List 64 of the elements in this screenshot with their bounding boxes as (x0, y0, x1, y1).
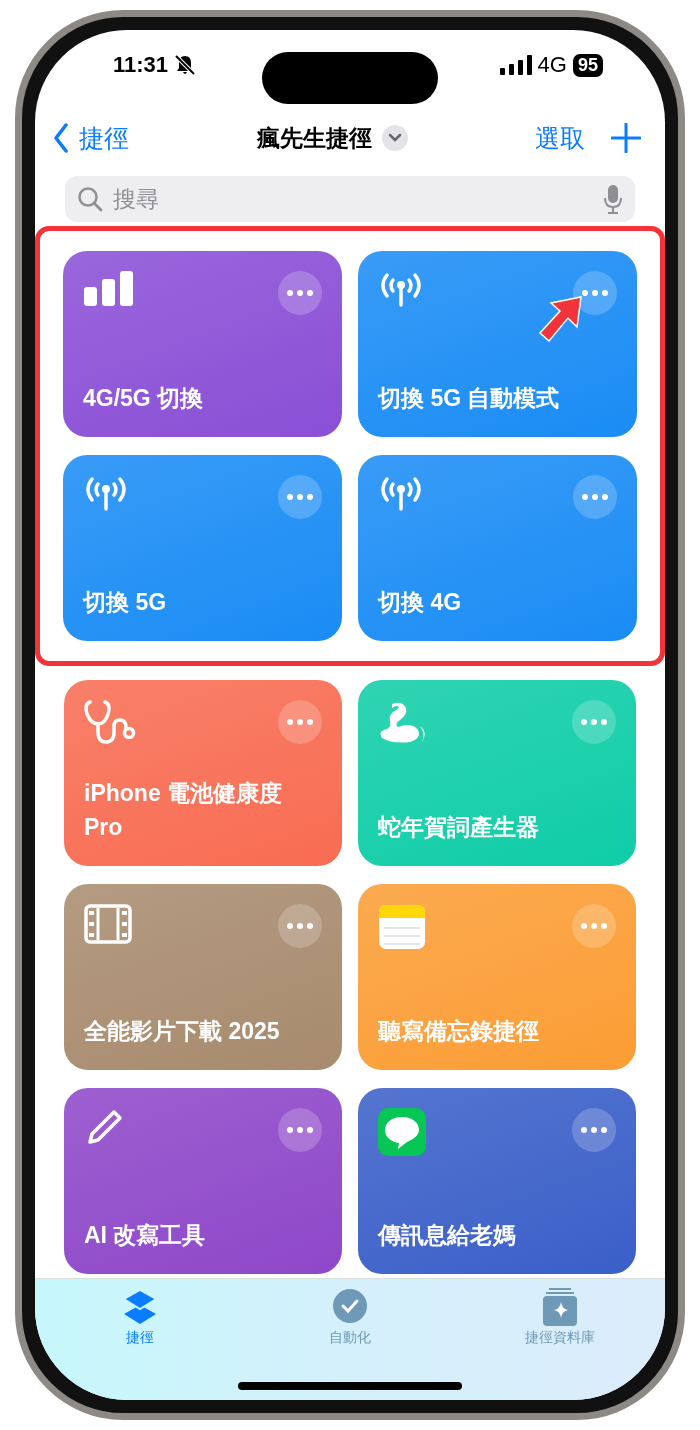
shortcut-title: 傳訊息給老媽 (378, 1221, 517, 1250)
add-button[interactable] (611, 123, 641, 153)
shortcut-title: AI 改寫工具 (84, 1221, 207, 1250)
more-button[interactable] (278, 904, 322, 948)
film-icon (84, 904, 132, 944)
gallery-sparkle-icon (540, 1287, 580, 1327)
snake-icon (378, 700, 428, 744)
more-button[interactable] (573, 475, 617, 519)
search-input[interactable]: 搜尋 (111, 184, 595, 214)
shortcut-title: 切換 5G (83, 588, 168, 617)
ellipsis-icon (581, 923, 607, 929)
search-field[interactable]: 搜尋 (65, 176, 635, 222)
chat-app-icon (378, 1108, 426, 1156)
folder-title: 瘋先生捷徑 (256, 123, 372, 153)
more-button[interactable] (572, 1108, 616, 1152)
more-button[interactable] (278, 700, 322, 744)
tab[interactable]: 捷徑 (60, 1287, 220, 1349)
shortcut-title: 切換 5G 自動模式 (378, 384, 561, 413)
shortcut-title: iPhone 電池健康度 Pro (84, 779, 284, 842)
ellipsis-icon (582, 494, 608, 500)
shortcut-tile[interactable]: 切換 5G 自動模式 (358, 251, 637, 437)
ellipsis-icon (287, 494, 313, 500)
antenna-icon (378, 271, 424, 307)
shortcut-tile[interactable]: AI 改寫工具 (64, 1088, 342, 1274)
tab[interactable]: 捷徑資料庫 (480, 1287, 640, 1349)
more-button[interactable] (278, 271, 322, 315)
shortcut-tile[interactable]: 全能影片下載 2025 (64, 884, 342, 1070)
more-button[interactable] (278, 1108, 322, 1152)
ellipsis-icon (582, 290, 608, 296)
chevron-left-icon (53, 123, 69, 153)
antenna-icon (83, 475, 129, 511)
ellipsis-icon (287, 1127, 313, 1133)
tab[interactable]: 自動化 (270, 1287, 430, 1349)
shortcut-title: 蛇年賀詞產生器 (378, 813, 540, 842)
shortcut-tile[interactable]: 切換 5G (63, 455, 342, 641)
shortcut-tile[interactable]: 切換 4G (358, 455, 637, 641)
shortcut-title: 切換 4G (378, 588, 463, 617)
shortcut-tile[interactable]: 聽寫備忘錄捷徑 (358, 884, 636, 1070)
status-time: 11:31 (113, 52, 169, 78)
shortcut-title: 全能影片下載 2025 (84, 1017, 281, 1046)
ellipsis-icon (581, 1127, 607, 1133)
ellipsis-icon (287, 719, 313, 725)
select-button[interactable]: 選取 (535, 121, 585, 155)
shortcut-tile[interactable]: 傳訊息給老媽 (358, 1088, 636, 1274)
antenna-icon (378, 475, 424, 511)
notepad-icon (378, 904, 426, 950)
battery-level: 95 (572, 53, 603, 77)
shortcut-title: 聽寫備忘錄捷徑 (378, 1017, 540, 1046)
microphone-icon[interactable] (603, 184, 623, 214)
ellipsis-icon (287, 923, 313, 929)
more-button[interactable] (573, 271, 617, 315)
signal-icon (499, 55, 532, 75)
back-button[interactable]: 捷徑 (53, 121, 129, 155)
more-button[interactable] (278, 475, 322, 519)
shortcut-title: 4G/5G 切換 (83, 384, 205, 413)
search-icon (77, 186, 103, 212)
shortcut-tile[interactable]: iPhone 電池健康度 Pro (64, 680, 342, 866)
chevron-down-icon[interactable] (381, 125, 408, 151)
shortcut-tile[interactable]: 4G/5G 切換 (63, 251, 342, 437)
bar-chart-icon (83, 271, 135, 307)
shortcut-tile[interactable]: 蛇年賀詞產生器 (358, 680, 636, 866)
ellipsis-icon (287, 290, 313, 296)
network-type: 4G (537, 52, 567, 78)
ellipsis-icon (581, 719, 607, 725)
